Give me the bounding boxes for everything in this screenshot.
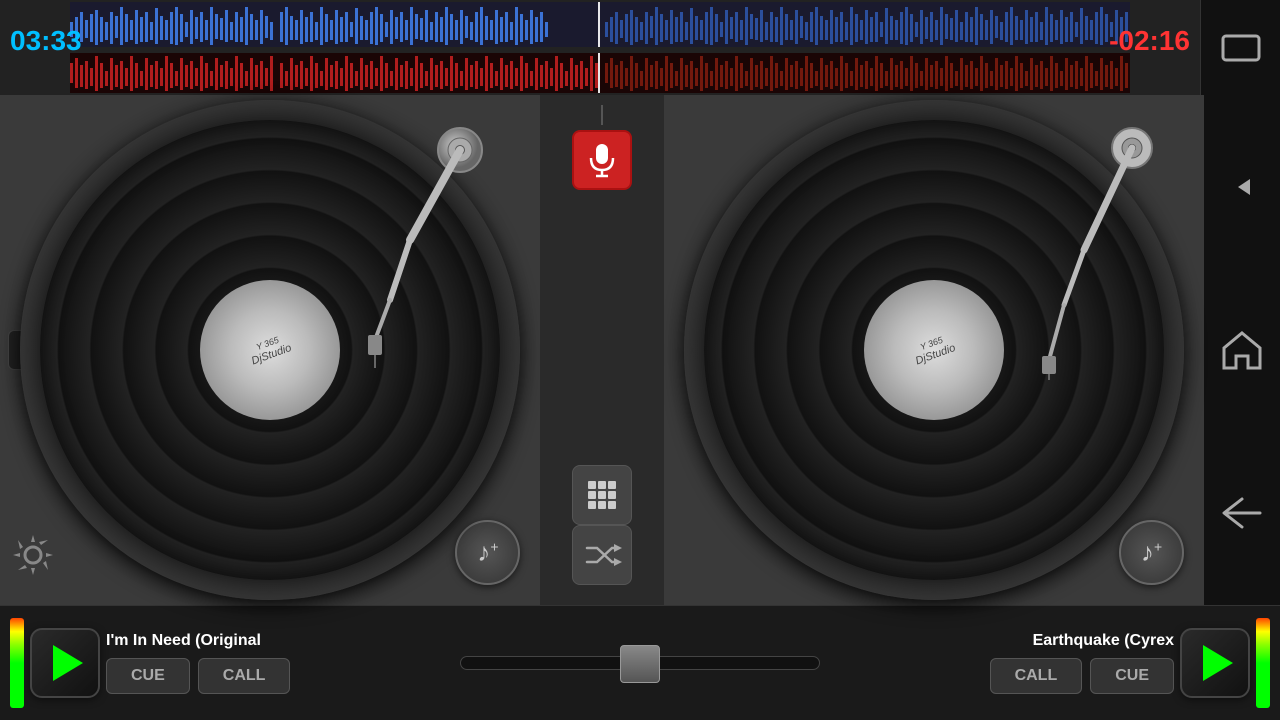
- waveform-section: 03:33 -02:16: [0, 0, 1200, 95]
- left-effects-button[interactable]: ♪+: [455, 520, 520, 585]
- time-remaining: -02:16: [1109, 25, 1190, 57]
- shuffle-button[interactable]: [572, 525, 632, 585]
- back-button[interactable]: [1212, 488, 1272, 538]
- right-volume-indicator: [1256, 618, 1270, 708]
- crossfader-handle[interactable]: [620, 645, 660, 683]
- right-platter[interactable]: Y 365 DjStudio: [684, 100, 1184, 600]
- right-track-info: Earthquake (Cyrex CALL CUE: [990, 632, 1174, 694]
- crossfader-track[interactable]: [460, 656, 820, 670]
- settings-button[interactable]: [8, 530, 58, 585]
- right-play-button[interactable]: [1180, 628, 1250, 698]
- left-deck-controls: I'm In Need (Original CUE CALL: [0, 618, 420, 708]
- landscape-button[interactable]: [1211, 25, 1271, 70]
- waveform-top[interactable]: [70, 2, 1130, 47]
- left-record-label: Y 365 DjStudio: [247, 332, 294, 369]
- main-area: ♪+ Y 365 DjStudio: [0, 95, 1280, 605]
- waveform-bottom: [70, 53, 1130, 93]
- home-button[interactable]: [1212, 325, 1272, 375]
- right-track-name: Earthquake (Cyrex: [1033, 632, 1174, 650]
- right-record-label: Y 365 DjStudio: [910, 332, 957, 369]
- right-cue-button[interactable]: CUE: [1090, 658, 1174, 694]
- mic-button[interactable]: [572, 130, 632, 190]
- left-turntable-area: ♪+ Y 365 DjStudio: [0, 95, 540, 605]
- right-effects-button[interactable]: ♪+: [1119, 520, 1184, 585]
- right-side-panel: [1204, 95, 1280, 605]
- time-elapsed: 03:33: [10, 25, 82, 57]
- left-cue-button[interactable]: CUE: [106, 658, 190, 694]
- top-divider: [601, 105, 603, 125]
- bottom-bar: I'm In Need (Original CUE CALL Earthquak…: [0, 605, 1280, 720]
- right-nav-top: [1200, 0, 1280, 95]
- grid-button[interactable]: [572, 465, 632, 525]
- left-arrow-button[interactable]: [1212, 162, 1272, 212]
- left-track-info: I'm In Need (Original CUE CALL: [106, 632, 290, 694]
- left-platter[interactable]: Y 365 DjStudio: [20, 100, 520, 600]
- right-deck-controls: Earthquake (Cyrex CALL CUE: [860, 618, 1280, 708]
- left-track-name: I'm In Need (Original: [106, 632, 290, 650]
- left-play-button[interactable]: [30, 628, 100, 698]
- center-controls: [540, 95, 663, 605]
- crossfader-area: [420, 656, 860, 670]
- right-call-button[interactable]: CALL: [990, 658, 1083, 694]
- left-call-button[interactable]: CALL: [198, 658, 291, 694]
- right-turntable-area: Y 365 DjStudio: [664, 95, 1204, 605]
- left-volume-indicator: [10, 618, 24, 708]
